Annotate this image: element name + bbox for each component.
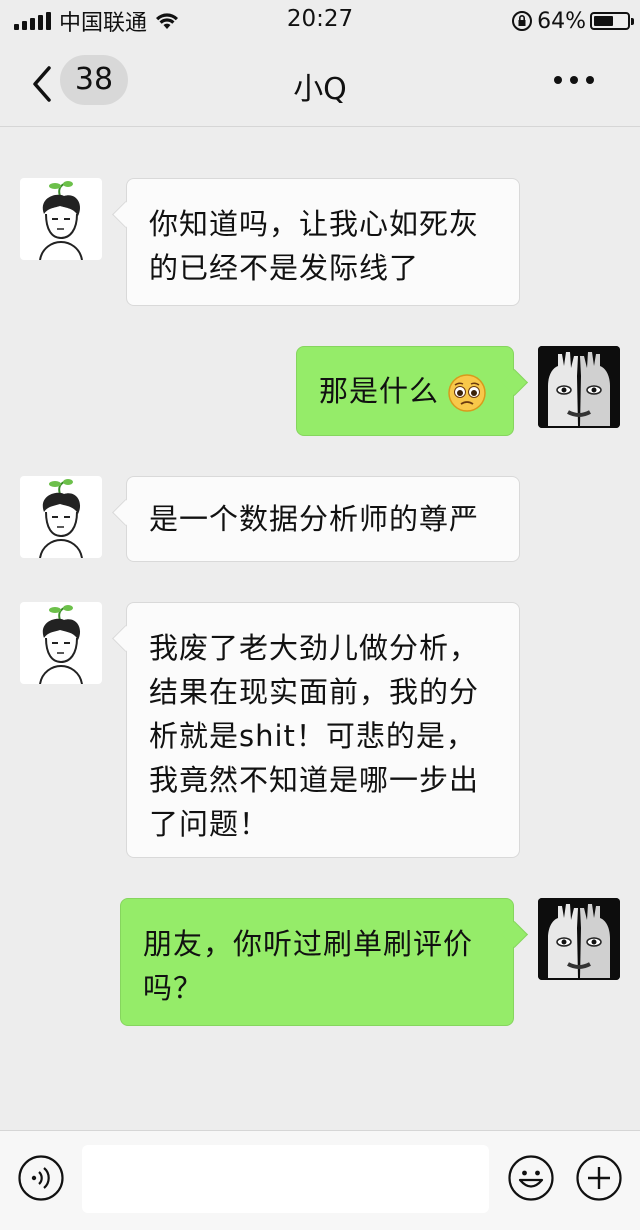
contact-avatar[interactable] bbox=[20, 178, 102, 260]
message-text: 我废了老大劲儿做分析，结果在现实面前，我的分析就是shit！可悲的是，我竟然不知… bbox=[149, 631, 480, 841]
hands-eyes-avatar-icon bbox=[538, 346, 620, 428]
status-bar: 中国联通 20:27 64% bbox=[0, 0, 640, 42]
chat-title: 小Q bbox=[293, 72, 347, 107]
battery-icon bbox=[590, 12, 634, 30]
message-text: 你知道吗，让我心如死灰的已经不是发际线了 bbox=[149, 207, 480, 285]
cartoon-boy-avatar-icon bbox=[39, 181, 83, 260]
input-bar bbox=[0, 1130, 640, 1230]
hands-eyes-avatar-icon bbox=[538, 898, 620, 980]
pleading-face-emoji bbox=[448, 374, 486, 412]
emoji-icon[interactable] bbox=[508, 1155, 554, 1201]
cartoon-boy-avatar-icon bbox=[39, 605, 83, 684]
message-bubble-incoming[interactable]: 是一个数据分析师的尊严 bbox=[126, 476, 520, 562]
message-input[interactable] bbox=[82, 1145, 489, 1213]
contact-avatar[interactable] bbox=[20, 602, 102, 684]
battery-percent: 64% bbox=[537, 8, 586, 34]
message-text: 朋友，你听过刷单刷评价吗？ bbox=[143, 927, 474, 1005]
message-text: 那是什么 bbox=[319, 374, 440, 408]
plus-icon[interactable] bbox=[576, 1155, 622, 1201]
message-text: 是一个数据分析师的尊严 bbox=[149, 502, 480, 536]
message-bubble-outgoing[interactable]: 那是什么 bbox=[296, 346, 514, 436]
message-bubble-incoming[interactable]: 我废了老大劲儿做分析，结果在现实面前，我的分析就是shit！可悲的是，我竟然不知… bbox=[126, 602, 520, 858]
orientation-lock-icon bbox=[512, 11, 533, 31]
contact-avatar[interactable] bbox=[20, 476, 102, 558]
my-avatar[interactable] bbox=[538, 898, 620, 980]
more-dots-icon[interactable] bbox=[554, 76, 594, 84]
voice-icon[interactable] bbox=[18, 1155, 64, 1201]
status-right: 64% bbox=[511, 6, 634, 36]
battery-fill bbox=[594, 16, 614, 26]
cartoon-boy-avatar-icon bbox=[39, 479, 83, 558]
my-avatar[interactable] bbox=[538, 346, 620, 428]
nav-bar: 38 小Q bbox=[0, 42, 640, 127]
message-bubble-incoming[interactable]: 你知道吗，让我心如死灰的已经不是发际线了 bbox=[126, 178, 520, 306]
message-bubble-outgoing[interactable]: 朋友，你听过刷单刷评价吗？ bbox=[120, 898, 514, 1026]
